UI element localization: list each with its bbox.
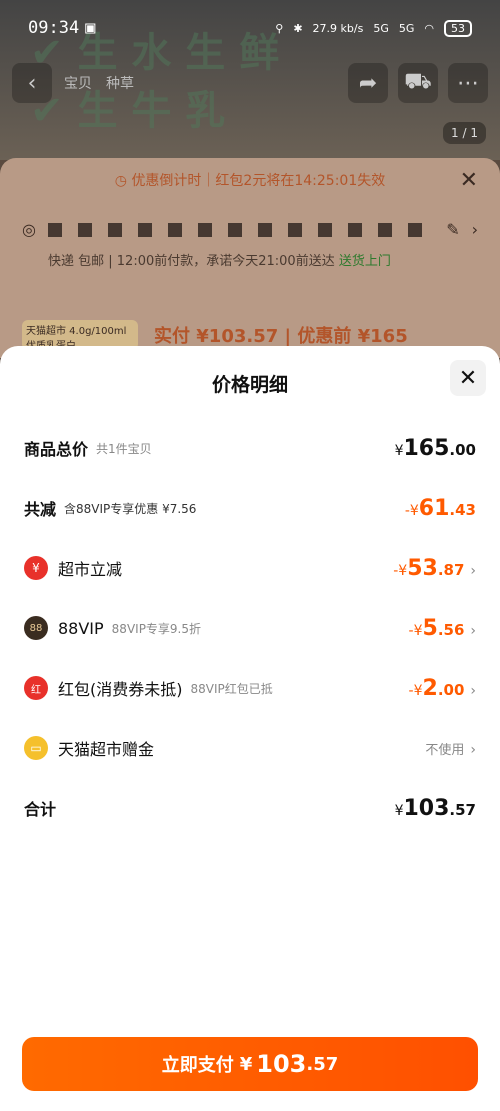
net-speed: 27.9 kb/s — [312, 21, 364, 35]
back-icon[interactable]: ‹ — [12, 63, 52, 103]
supermarket-discount-icon: ¥ — [24, 556, 48, 580]
bluetooth-icon: ✱ — [293, 21, 303, 35]
close-icon[interactable]: ✕ — [460, 168, 478, 193]
vip-sub: 88VIP专享9.5折 — [111, 621, 202, 636]
app-notification-icon: ▣ — [85, 18, 96, 38]
signal-2: 5G — [398, 21, 415, 35]
status-bar: 09:34 ▣ ⚲ ✱ 27.9 kb/s 5G 5G ◠ 53 — [0, 0, 500, 56]
red-packet-icon: 红 — [24, 676, 48, 700]
row-88vip[interactable]: 88 88VIP 88VIP专享9.5折 -¥ 5.56 › — [24, 608, 476, 648]
gift-money-icon: ▭ — [24, 736, 48, 760]
red-packet-sub: 88VIP红包已抵 — [190, 681, 273, 696]
discount-sub: 含88VIP专享优惠 ¥7.56 — [64, 501, 197, 516]
row-sum: 合计 ¥103.57 — [24, 788, 476, 828]
address-redacted — [47, 222, 435, 237]
pay-now-button[interactable]: 立即支付 ¥103.57 — [22, 1037, 478, 1091]
price-detail-modal: 价格明细 ✕ 商品总价 共1件宝贝 ¥165.00 共减 含88VIP专享优惠 … — [0, 346, 500, 1111]
chevron-right-icon: › — [470, 682, 476, 699]
share-icon[interactable]: ➦ — [348, 63, 388, 103]
supermarket-discount-value: -¥ 53.87 › — [393, 555, 476, 581]
row-product-total: 商品总价 共1件宝贝 ¥165.00 — [24, 428, 476, 468]
battery-indicator: 53 — [444, 19, 472, 37]
discount-value: -¥ 61.43 — [404, 495, 476, 521]
red-packet-value: -¥ 2.00 › — [408, 675, 476, 701]
supermarket-discount-label: 超市立减 — [58, 560, 123, 579]
tab-recommend[interactable]: 种草 — [106, 73, 134, 93]
tab-product[interactable]: 宝贝 — [64, 73, 92, 93]
delivery-info: 快递 包邮 | 12:00前付款，承诺今天21:00前送达 送货上门 — [48, 254, 391, 269]
sum-label: 合计 — [24, 800, 57, 819]
chevron-right-icon: › — [470, 741, 476, 758]
row-total-discount: 共减 含88VIP专享优惠 ¥7.56 -¥ 61.43 — [24, 488, 476, 528]
row-supermarket-discount[interactable]: ¥ 超市立减 -¥ 53.87 › — [24, 548, 476, 588]
discount-label: 共减 — [24, 500, 57, 519]
status-time: 09:34 — [28, 18, 80, 38]
red-packet-label: 红包(消费券未抵) — [58, 680, 183, 699]
chevron-right-icon: › — [471, 220, 478, 239]
vip-badge-icon: 88 — [24, 616, 48, 640]
more-icon[interactable]: ⋯ — [448, 63, 488, 103]
vip-value: -¥ 5.56 › — [408, 615, 476, 641]
location-icon: ⚲ — [275, 21, 284, 35]
signal-1: 5G — [373, 21, 389, 35]
gift-label: 天猫超市赠金 — [58, 740, 155, 759]
product-total-label: 商品总价 — [24, 440, 89, 459]
edit-icon[interactable]: ✎ — [446, 220, 459, 239]
wifi-icon: ◠ — [424, 21, 434, 35]
chevron-right-icon: › — [470, 622, 476, 639]
modal-close-icon[interactable]: ✕ — [450, 360, 486, 396]
address-row[interactable]: ◎ ✎ › — [22, 220, 478, 239]
sum-value: ¥103.57 — [394, 795, 476, 821]
cart-icon[interactable]: ⛟ — [398, 63, 438, 103]
product-total-value: ¥165.00 — [394, 435, 476, 461]
chevron-right-icon: › — [470, 562, 476, 579]
row-red-packet[interactable]: 红 红包(消费券未抵) 88VIP红包已抵 -¥ 2.00 › — [24, 668, 476, 708]
modal-title: 价格明细 — [211, 374, 288, 396]
vip-label: 88VIP — [58, 618, 104, 638]
product-total-sub: 共1件宝贝 — [96, 441, 152, 456]
row-tmall-gift[interactable]: ▭ 天猫超市赠金 不使用 › — [24, 728, 476, 768]
location-pin-icon: ◎ — [22, 220, 36, 239]
gift-value: 不使用 › — [425, 741, 476, 758]
product-price: 实付 ¥103.57 | 优惠前 ¥165 — [154, 326, 408, 347]
image-page-indicator: 1 / 1 — [443, 122, 486, 144]
product-nav: ‹ 宝贝 种草 ➦ ⛟ ⋯ — [12, 62, 488, 104]
discount-countdown: ◷ 优惠倒计时｜红包2元将在14:25:01失效 — [114, 173, 386, 189]
